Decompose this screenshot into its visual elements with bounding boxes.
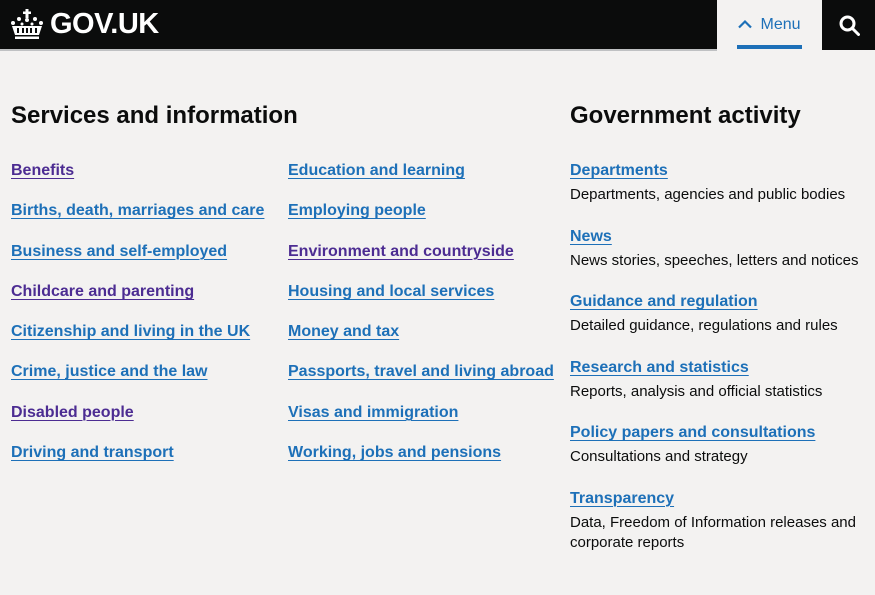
list-item: Housing and local services	[288, 281, 554, 321]
link-housing-local-services[interactable]: Housing and local services	[288, 283, 494, 300]
link-benefits[interactable]: Benefits	[11, 162, 74, 179]
link-visas-immigration[interactable]: Visas and immigration	[288, 404, 458, 421]
govuk-logo-link[interactable]: GOV.UK	[10, 6, 159, 42]
site-header: GOV.UK Menu	[0, 0, 875, 51]
search-button[interactable]	[823, 0, 875, 50]
link-research-statistics[interactable]: Research and statistics	[570, 357, 749, 379]
list-item: Departments Departments, agencies and pu…	[570, 160, 875, 206]
link-employing-people[interactable]: Employing people	[288, 202, 426, 219]
services-list-column-1: Benefits Births, death, marriages and ca…	[11, 160, 264, 482]
search-icon	[839, 15, 860, 36]
list-item: Guidance and regulation Detailed guidanc…	[570, 291, 875, 337]
list-item: Benefits	[11, 160, 264, 200]
list-item: Citizenship and living in the UK	[11, 321, 264, 361]
link-money-tax[interactable]: Money and tax	[288, 323, 399, 340]
list-item: Research and statistics Reports, analysi…	[570, 357, 875, 403]
link-driving-transport[interactable]: Driving and transport	[11, 444, 174, 461]
list-item: Environment and countryside	[288, 241, 554, 281]
list-item: Policy papers and consultations Consulta…	[570, 422, 875, 468]
link-guidance-regulation[interactable]: Guidance and regulation	[570, 291, 758, 313]
item-description: Detailed guidance, regulations and rules	[570, 317, 838, 334]
link-childcare-parenting[interactable]: Childcare and parenting	[11, 283, 194, 300]
item-description: Departments, agencies and public bodies	[570, 186, 846, 203]
link-births-death-marriages-care[interactable]: Births, death, marriages and care	[11, 202, 264, 219]
link-environment-countryside[interactable]: Environment and countryside	[288, 243, 514, 260]
link-policy-papers-consultations[interactable]: Policy papers and consultations	[570, 422, 815, 444]
logo-text: GOV.UK	[50, 7, 159, 40]
item-description: Reports, analysis and official statistic…	[570, 382, 823, 400]
menu-active-indicator	[737, 45, 802, 49]
list-item: Driving and transport	[11, 442, 264, 482]
link-citizenship[interactable]: Citizenship and living in the UK	[11, 323, 250, 340]
list-item: Crime, justice and the law	[11, 361, 264, 401]
list-item: Disabled people	[11, 402, 264, 442]
services-list-column-2: Education and learning Employing people …	[288, 160, 554, 482]
menu-button[interactable]: Menu	[717, 0, 822, 50]
item-description: News stories, speeches, letters and noti…	[570, 251, 859, 269]
menu-label: Menu	[760, 16, 801, 33]
services-heading: Services and information	[11, 102, 298, 129]
government-activity-list: Departments Departments, agencies and pu…	[570, 160, 875, 574]
link-disabled-people[interactable]: Disabled people	[11, 404, 134, 421]
item-description: Data, Freedom of Information releases an…	[570, 513, 856, 552]
list-item: Passports, travel and living abroad	[288, 361, 554, 401]
crown-icon	[11, 9, 43, 39]
list-item: Childcare and parenting	[11, 281, 264, 321]
link-news[interactable]: News	[570, 226, 612, 248]
link-education-learning[interactable]: Education and learning	[288, 162, 465, 179]
chevron-up-icon	[738, 19, 753, 29]
link-passports-travel[interactable]: Passports, travel and living abroad	[288, 363, 554, 380]
link-departments[interactable]: Departments	[570, 160, 668, 182]
link-business-self-employed[interactable]: Business and self-employed	[11, 243, 227, 260]
item-description: Consultations and strategy	[570, 448, 748, 465]
list-item: Transparency Data, Freedom of Informatio…	[570, 488, 875, 554]
link-working-jobs-pensions[interactable]: Working, jobs and pensions	[288, 444, 501, 461]
list-item: Money and tax	[288, 321, 554, 361]
list-item: Working, jobs and pensions	[288, 442, 554, 482]
government-activity-heading: Government activity	[570, 102, 801, 129]
list-item: Education and learning	[288, 160, 554, 200]
link-crime-justice-law[interactable]: Crime, justice and the law	[11, 363, 208, 380]
list-item: News News stories, speeches, letters and…	[570, 226, 875, 272]
list-item: Visas and immigration	[288, 402, 554, 442]
header-border	[0, 49, 717, 51]
list-item: Business and self-employed	[11, 241, 264, 281]
list-item: Employing people	[288, 200, 554, 240]
link-transparency[interactable]: Transparency	[570, 488, 674, 510]
list-item: Births, death, marriages and care	[11, 200, 264, 240]
